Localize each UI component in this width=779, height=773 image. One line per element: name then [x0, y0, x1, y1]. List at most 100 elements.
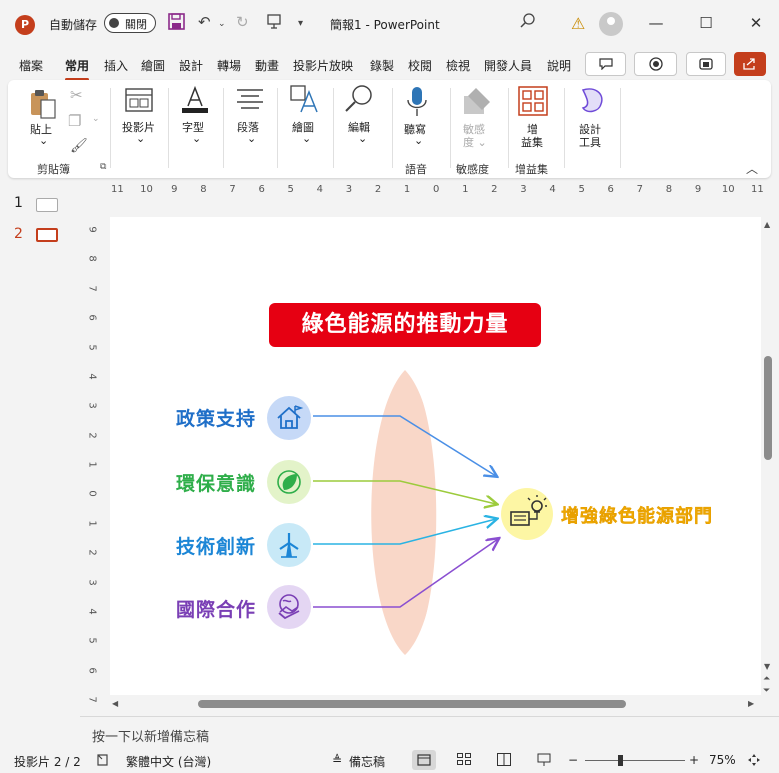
scroll-down-icon[interactable]: ▼	[764, 662, 770, 671]
item-label-policy[interactable]: 政策支持	[176, 404, 256, 431]
reading-view-icon[interactable]	[497, 753, 511, 769]
microphone-icon[interactable]	[406, 86, 428, 121]
maximize-icon[interactable]: ☐	[691, 10, 721, 36]
house-flag-icon[interactable]	[267, 396, 311, 440]
redo-icon[interactable]: ↻	[236, 13, 249, 31]
tab-insert[interactable]: 插入	[104, 57, 128, 74]
comments-button[interactable]	[585, 52, 626, 76]
zoom-slider[interactable]	[585, 760, 685, 761]
scroll-left-icon[interactable]: ◀	[112, 699, 118, 708]
slides-dropdown-icon[interactable]: ⌄	[136, 132, 145, 145]
copy-icon[interactable]: ❐	[68, 112, 81, 130]
designer-label-line2[interactable]: 工具	[579, 134, 601, 150]
handshake-globe-icon[interactable]	[267, 585, 311, 629]
slide-canvas[interactable]: 綠色能源的推動力量 政策支持 環保意識 技術創新 國際合作 增強綠色能源部門	[110, 217, 761, 695]
editing-dropdown-icon[interactable]: ⌄	[358, 132, 367, 145]
save-icon[interactable]	[168, 13, 185, 34]
item-label-cooperation[interactable]: 國際合作	[176, 595, 256, 622]
sensitivity-icon[interactable]	[462, 86, 492, 119]
notes-button[interactable]: 備忘稿	[349, 753, 385, 770]
present-from-start-icon[interactable]	[266, 13, 282, 33]
paste-dropdown-icon[interactable]: ⌄	[39, 134, 48, 147]
clipboard-launcher-icon[interactable]: ⧉	[100, 162, 106, 172]
warning-icon[interactable]: ⚠	[571, 14, 585, 33]
cut-icon[interactable]: ✂	[70, 86, 83, 104]
spellcheck-icon[interactable]	[96, 753, 110, 770]
ruler-tick-label: 9	[694, 184, 702, 195]
item-label-technology[interactable]: 技術創新	[176, 532, 256, 559]
tab-review[interactable]: 校閱	[408, 57, 432, 74]
previous-slide-icon[interactable]: ⏶	[763, 674, 770, 684]
copy-dropdown-icon[interactable]: ⌄	[92, 114, 100, 124]
tab-transitions[interactable]: 轉場	[217, 57, 241, 74]
next-slide-icon[interactable]: ⏷	[763, 686, 770, 696]
slide-title[interactable]: 綠色能源的推動力量	[269, 303, 541, 347]
minimize-icon[interactable]: —	[641, 10, 671, 36]
zoom-slider-thumb[interactable]	[618, 755, 623, 766]
ruler-tick-label: 4	[86, 608, 98, 615]
target-label[interactable]: 增強綠色能源部門	[561, 502, 713, 528]
tab-file[interactable]: 檔案	[19, 57, 43, 74]
notes-icon[interactable]: ≜	[332, 753, 342, 767]
addins-icon[interactable]	[518, 86, 548, 119]
wind-turbine-icon[interactable]	[267, 523, 311, 567]
tab-record[interactable]: 錄製	[370, 57, 394, 74]
drawing-icon[interactable]	[289, 84, 321, 117]
item-label-environment[interactable]: 環保意識	[176, 469, 256, 496]
ruler-tick-label: 2	[491, 184, 498, 195]
sensitivity-label-line2[interactable]: 度 ⌄	[463, 134, 487, 150]
designer-icon[interactable]	[577, 86, 607, 119]
collapse-ribbon-icon[interactable]: ︿	[746, 160, 758, 177]
slideshow-view-icon[interactable]	[537, 753, 551, 770]
customize-toolbar-icon[interactable]: ▾	[298, 18, 303, 29]
slide-thumbnail-1[interactable]	[36, 198, 58, 212]
zoom-level[interactable]: 75%	[709, 753, 736, 767]
solar-panel-bulb-icon[interactable]	[501, 488, 553, 540]
slides-icon[interactable]	[125, 88, 153, 115]
paragraph-dropdown-icon[interactable]: ⌄	[247, 132, 256, 145]
addins-label-line2[interactable]: 益集	[521, 134, 543, 150]
thumbnail-number: 2	[14, 226, 23, 242]
share-button[interactable]	[734, 52, 766, 76]
search-editing-icon[interactable]	[344, 84, 374, 117]
undo-dropdown-icon[interactable]: ⌄	[218, 19, 226, 29]
zoom-out-icon[interactable]: −	[568, 753, 578, 767]
autosave-toggle[interactable]: 關閉	[104, 13, 156, 33]
tab-design[interactable]: 設計	[179, 57, 203, 74]
tab-help[interactable]: 說明	[547, 57, 571, 74]
powerpoint-logo-icon: P	[15, 15, 35, 35]
normal-view-button[interactable]	[412, 750, 436, 770]
slide-sorter-icon[interactable]	[457, 753, 471, 768]
horizontal-scrollbar[interactable]	[198, 700, 626, 708]
format-painter-icon[interactable]: 🖌	[70, 138, 88, 154]
tab-home[interactable]: 常用	[65, 57, 90, 81]
paragraph-icon[interactable]	[235, 88, 265, 115]
close-icon[interactable]: ✕	[741, 10, 771, 36]
tab-developer[interactable]: 開發人員	[484, 57, 532, 74]
leaf-globe-icon[interactable]	[267, 460, 311, 504]
vertical-scrollbar[interactable]	[764, 356, 772, 460]
paste-icon[interactable]	[28, 88, 58, 123]
tab-animations[interactable]: 動畫	[255, 57, 279, 74]
record-button[interactable]	[634, 52, 677, 76]
scroll-up-icon[interactable]: ▲	[764, 220, 770, 229]
undo-icon[interactable]: ↶	[198, 13, 211, 31]
language-indicator[interactable]: 繁體中文 (台灣)	[126, 753, 211, 770]
ruler-tick-label: 3	[345, 184, 353, 195]
slide-thumbnail-2[interactable]	[36, 228, 58, 242]
font-icon[interactable]	[180, 84, 210, 117]
drawing-dropdown-icon[interactable]: ⌄	[302, 132, 311, 145]
avatar[interactable]	[599, 12, 623, 36]
tab-view[interactable]: 檢視	[446, 57, 470, 74]
fit-to-window-icon[interactable]	[747, 753, 761, 770]
tab-draw[interactable]: 繪圖	[141, 57, 165, 74]
search-icon[interactable]	[520, 13, 536, 33]
zoom-in-icon[interactable]: +	[689, 753, 699, 767]
font-dropdown-icon[interactable]: ⌄	[192, 132, 201, 145]
scroll-right-icon[interactable]: ▶	[748, 699, 754, 708]
dictate-dropdown-icon[interactable]: ⌄	[414, 134, 423, 147]
notes-placeholder[interactable]: 按一下以新增備忘稿	[92, 726, 209, 745]
notes-pane[interactable]: 按一下以新增備忘稿	[80, 716, 779, 748]
tab-slideshow[interactable]: 投影片放映	[293, 57, 353, 74]
present-teams-button[interactable]	[686, 52, 726, 76]
